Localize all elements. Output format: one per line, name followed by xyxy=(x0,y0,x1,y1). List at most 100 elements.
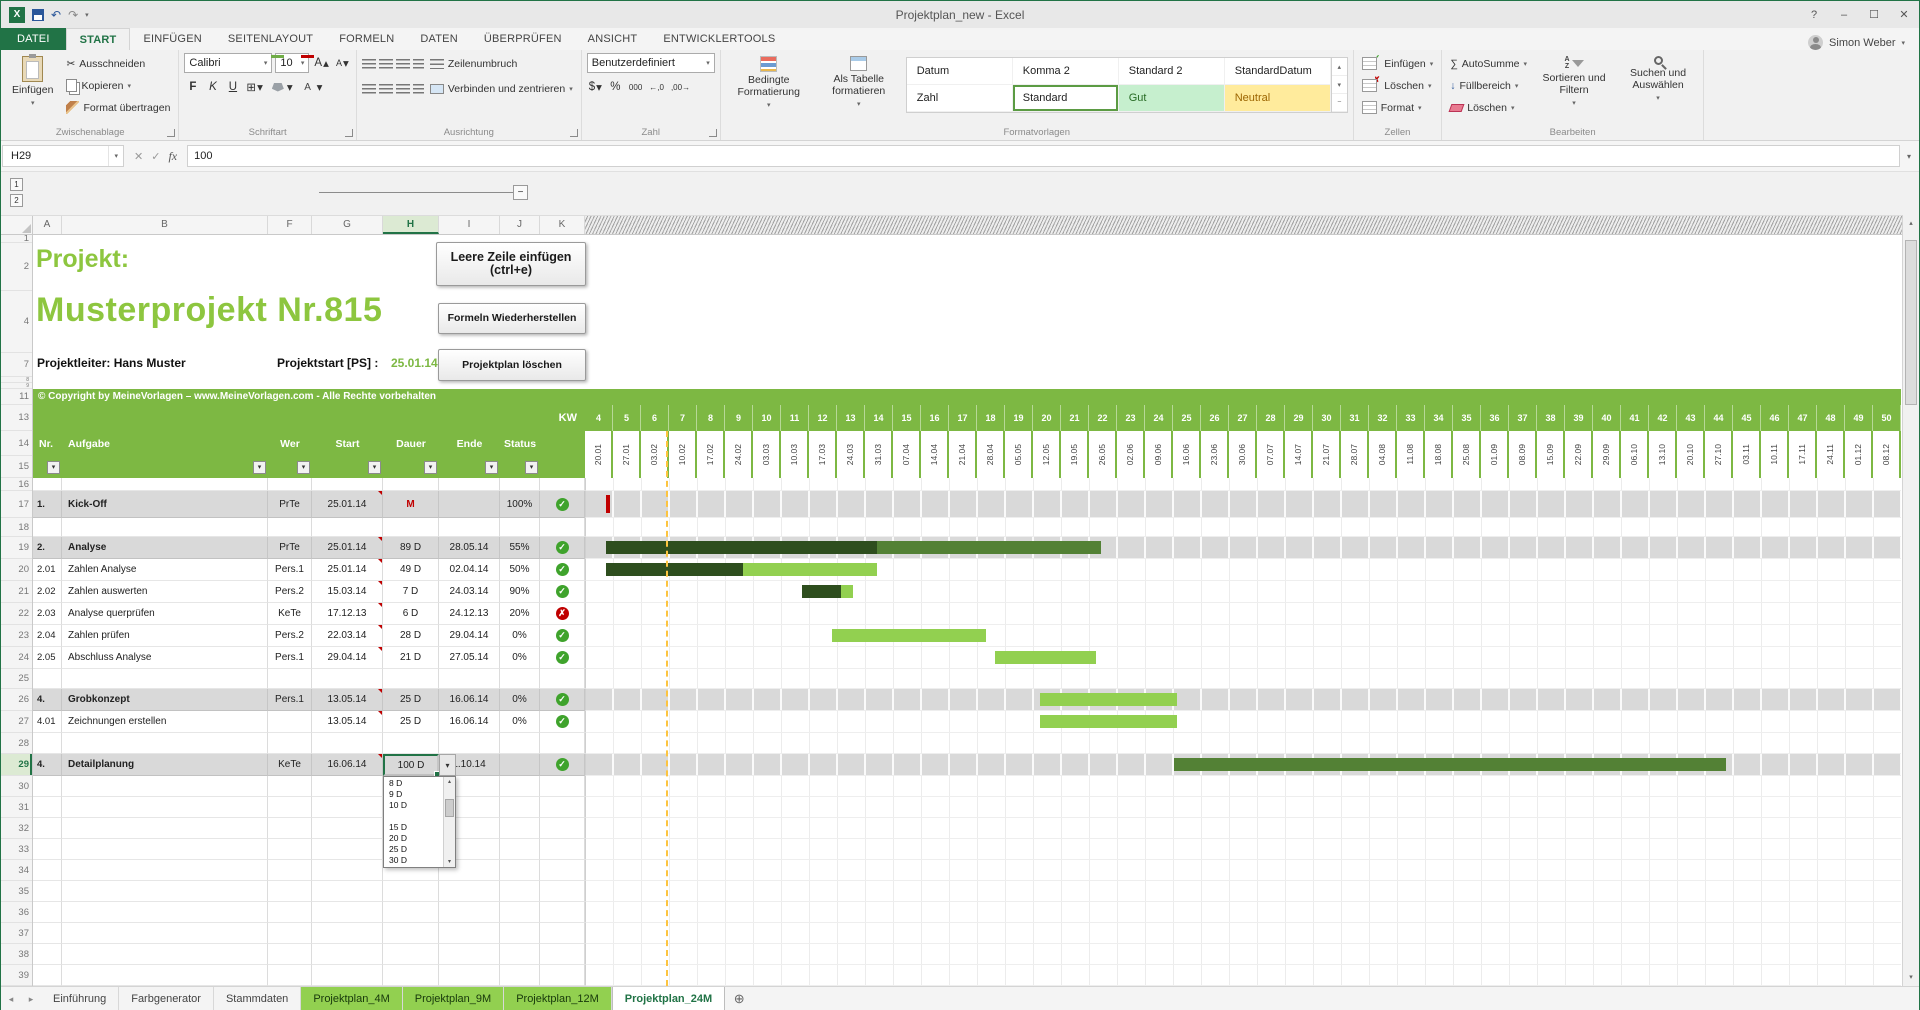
sheet-tab-Projektplan_4M[interactable]: Projektplan_4M xyxy=(301,987,403,1010)
filter-button-H[interactable]: ▾ xyxy=(424,460,437,474)
cell-style-Standard 2[interactable]: Standard 2 xyxy=(1118,58,1225,85)
cell-K27[interactable]: ✓ xyxy=(540,711,585,733)
clear-plan-button[interactable]: Projektplan löschen xyxy=(438,349,586,381)
row-header-27[interactable]: 27 xyxy=(1,711,32,733)
row-header-25[interactable]: 25 xyxy=(1,669,32,689)
dropdown-option-2[interactable]: 10 D xyxy=(384,800,443,811)
filter-button-B[interactable]: ▾ xyxy=(253,460,266,474)
cell-G18[interactable] xyxy=(312,518,383,537)
cell-I35[interactable] xyxy=(439,881,500,902)
ribbon-tab-ansicht[interactable]: ANSICHT xyxy=(575,28,651,50)
cell-J23[interactable]: 0% xyxy=(500,625,540,647)
cell-I22[interactable]: 24.12.13 xyxy=(439,603,500,625)
cell-A26[interactable]: 4. xyxy=(33,689,62,711)
row-header-34[interactable]: 34 xyxy=(1,860,32,881)
cell-F31[interactable] xyxy=(268,797,312,818)
undo-button[interactable]: ↶ xyxy=(51,7,61,23)
delete-cells-button[interactable]: ✗Löschen▾ xyxy=(1359,75,1437,96)
cell-B18[interactable] xyxy=(62,518,268,537)
cut-button[interactable]: ✂ Ausschneiden xyxy=(63,53,173,74)
cell-B16[interactable] xyxy=(62,478,268,491)
customize-qat-button[interactable]: ▾ xyxy=(85,11,89,19)
cell-B34[interactable] xyxy=(62,860,268,881)
cell-J25[interactable] xyxy=(500,669,540,689)
row-header-36[interactable]: 36 xyxy=(1,902,32,923)
gallery-up-icon[interactable]: ▴ xyxy=(1331,58,1347,76)
font-color-button[interactable]: A ▾ xyxy=(298,55,325,97)
cell-B35[interactable] xyxy=(62,881,268,902)
maximize-button[interactable]: ☐ xyxy=(1859,1,1889,28)
scroll-up-icon[interactable]: ▴ xyxy=(1909,215,1913,232)
row-header-21[interactable]: 21 xyxy=(1,581,32,603)
cell-K24[interactable]: ✓ xyxy=(540,647,585,669)
cell-H21[interactable]: 7 D xyxy=(383,581,439,603)
cell-J16[interactable] xyxy=(500,478,540,491)
cell-K36[interactable] xyxy=(540,902,585,923)
cell-A19[interactable]: 2. xyxy=(33,537,62,559)
row-header-7[interactable]: 7 xyxy=(1,353,32,377)
cell-A25[interactable] xyxy=(33,669,62,689)
conditional-formatting-button[interactable]: Bedingte Formatierung ▾ xyxy=(726,53,812,115)
cell-H18[interactable] xyxy=(383,518,439,537)
cell-style-Gut[interactable]: Gut xyxy=(1118,85,1225,112)
cell-B27[interactable]: Zeichnungen erstellen xyxy=(62,711,268,733)
cell-K39[interactable] xyxy=(540,965,585,986)
row-header-4[interactable]: 4 xyxy=(1,291,32,353)
cell-A16[interactable] xyxy=(33,478,62,491)
cell-K28[interactable] xyxy=(540,733,585,754)
cell-G19[interactable]: 25.01.14 xyxy=(312,537,383,559)
cell-K37[interactable] xyxy=(540,923,585,944)
cell-A38[interactable] xyxy=(33,944,62,965)
cell-I26[interactable]: 16.06.14 xyxy=(439,689,500,711)
dropdown-option-5[interactable]: 20 D xyxy=(384,833,443,844)
cell-H25[interactable] xyxy=(383,669,439,689)
cell-F29[interactable]: KeTe xyxy=(268,754,312,776)
cell-A28[interactable] xyxy=(33,733,62,754)
row-header-38[interactable]: 38 xyxy=(1,944,32,965)
cell-H19[interactable]: 89 D xyxy=(383,537,439,559)
cell-I21[interactable]: 24.03.14 xyxy=(439,581,500,603)
format-painter-button[interactable]: Format übertragen xyxy=(63,97,173,118)
align-top-icon[interactable] xyxy=(361,58,376,69)
thousands-separator-button[interactable]: 000 xyxy=(627,77,644,97)
gallery-more-icon[interactable]: − xyxy=(1331,94,1347,112)
duration-combo-arrow[interactable]: ▾ xyxy=(439,754,456,776)
cell-B17[interactable]: Kick-Off xyxy=(62,491,268,518)
cell-H26[interactable]: 25 D xyxy=(383,689,439,711)
cell-B36[interactable] xyxy=(62,902,268,923)
cell-A29[interactable]: 4. xyxy=(33,754,62,776)
cell-G34[interactable] xyxy=(312,860,383,881)
column-header-B[interactable]: B xyxy=(62,216,268,234)
cell-G32[interactable] xyxy=(312,818,383,839)
row-header-29[interactable]: 29 xyxy=(1,754,32,776)
cell-H39[interactable] xyxy=(383,965,439,986)
row-header-15[interactable]: 15 xyxy=(1,456,32,478)
cell-I17[interactable] xyxy=(439,491,500,518)
row-header-23[interactable]: 23 xyxy=(1,625,32,647)
filter-button-A[interactable]: ▾ xyxy=(47,460,60,474)
help-button[interactable]: ? xyxy=(1799,1,1829,28)
row-header-11[interactable]: 11 xyxy=(1,389,32,405)
dropdown-option-6[interactable]: 25 D xyxy=(384,844,443,855)
cell-F20[interactable]: Pers.1 xyxy=(268,559,312,581)
cell-K16[interactable] xyxy=(540,478,585,491)
accounting-format-button[interactable]: $ ▾ xyxy=(587,77,604,97)
cell-K32[interactable] xyxy=(540,818,585,839)
cell-I23[interactable]: 29.04.14 xyxy=(439,625,500,647)
dropdown-option-3[interactable] xyxy=(384,811,443,822)
row-header-18[interactable]: 18 xyxy=(1,518,32,537)
cell-K29[interactable]: ✓ xyxy=(540,754,585,776)
cell-F21[interactable]: Pers.2 xyxy=(268,581,312,603)
cell-A32[interactable] xyxy=(33,818,62,839)
column-header-K[interactable]: K xyxy=(540,216,585,234)
ribbon-tab-start[interactable]: START xyxy=(65,28,131,50)
scroll-down-icon[interactable]: ▾ xyxy=(448,857,451,867)
cell-style-Zahl[interactable]: Zahl xyxy=(906,85,1013,112)
row-header-31[interactable]: 31 xyxy=(1,797,32,818)
dialog-launcher-icon[interactable] xyxy=(167,129,176,137)
scroll-up-icon[interactable]: ▴ xyxy=(448,777,451,787)
cell-J31[interactable] xyxy=(500,797,540,818)
filter-button-I[interactable]: ▾ xyxy=(485,460,498,474)
insert-function-icon[interactable]: fx xyxy=(168,149,177,164)
cell-G22[interactable]: 17.12.13 xyxy=(312,603,383,625)
